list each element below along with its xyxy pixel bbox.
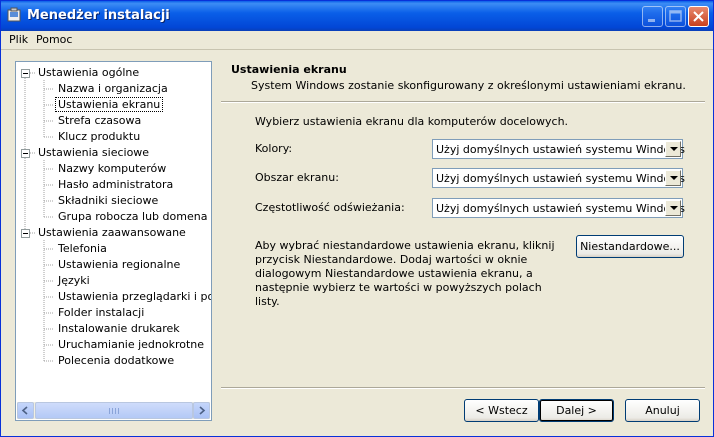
tree-item-label: Polecenia dodatkowe bbox=[58, 354, 175, 367]
tree-item-label: Grupa robocza lub domena bbox=[58, 210, 208, 223]
tree-item-label: Ustawienia sieciowe bbox=[38, 146, 150, 159]
tree-item-label: Strefa czasowa bbox=[58, 114, 142, 127]
tree-group[interactable]: Ustawienia sieciowe bbox=[36, 146, 151, 160]
scroll-thumb[interactable] bbox=[35, 402, 193, 419]
minimize-button[interactable] bbox=[642, 6, 663, 27]
close-icon bbox=[693, 11, 704, 22]
colors-label: Kolory: bbox=[255, 142, 293, 155]
chevron-down-icon[interactable] bbox=[665, 141, 681, 157]
tree-item[interactable]: Nazwa i organizacja bbox=[56, 82, 170, 96]
menu-bar: Plik Pomoc bbox=[1, 31, 713, 50]
window-title: Menedżer instalacji bbox=[27, 8, 170, 23]
screen-area-value: Użyj domyślnych ustawień systemu Windows bbox=[436, 172, 685, 185]
refresh-rate-dropdown[interactable]: Użyj domyślnych ustawień systemu Windows bbox=[432, 198, 685, 218]
back-button[interactable]: < Wstecz bbox=[464, 399, 539, 422]
refresh-rate-label: Częstotliwość odświeżania: bbox=[255, 201, 405, 214]
chevron-down-icon[interactable] bbox=[665, 200, 681, 216]
tree-item[interactable]: Nazwy komputerów bbox=[56, 162, 168, 176]
tree-item[interactable]: Grupa robocza lub domena bbox=[56, 210, 209, 224]
tree-item[interactable]: Ustawienia regionalne bbox=[56, 258, 182, 272]
tree-group[interactable]: Ustawienia ogólne bbox=[36, 66, 141, 80]
maximize-button[interactable] bbox=[665, 6, 686, 27]
cancel-button[interactable]: Anuluj bbox=[625, 399, 700, 422]
close-button[interactable] bbox=[688, 6, 709, 27]
tree-item-label: Klucz produktu bbox=[58, 130, 141, 143]
custom-button[interactable]: Niestandardowe... bbox=[576, 235, 684, 258]
tree-item[interactable]: Folder instalacji bbox=[56, 306, 146, 320]
minimize-icon bbox=[648, 19, 655, 22]
screen-area-label: Obszar ekranu: bbox=[255, 171, 339, 184]
tree-item-label: Ustawienia ekranu bbox=[54, 97, 164, 112]
scroll-left-button[interactable] bbox=[17, 402, 34, 419]
tree-item[interactable]: Składniki sieciowe bbox=[56, 194, 160, 208]
tree-item-label: Telefonia bbox=[58, 242, 107, 255]
tree-item-label: Folder instalacji bbox=[58, 306, 145, 319]
tree-item-label: Ustawienia ogólne bbox=[38, 66, 140, 79]
colors-value: Użyj domyślnych ustawień systemu Windows bbox=[436, 143, 685, 156]
tree-group[interactable]: Ustawienia zaawansowane bbox=[36, 226, 188, 240]
tree-item-label: Ustawienia zaawansowane bbox=[38, 226, 186, 239]
panel-description: System Windows zostanie skonfigurowany z… bbox=[251, 79, 686, 92]
next-button[interactable]: Dalej > bbox=[539, 399, 614, 422]
tree-item[interactable]: Języki bbox=[56, 274, 92, 288]
app-icon bbox=[7, 7, 21, 22]
collapse-icon[interactable] bbox=[21, 149, 30, 158]
tree-item[interactable]: Uruchamianie jednokrotne bbox=[56, 338, 206, 352]
tree-item-label: Ustawienia regionalne bbox=[58, 258, 181, 271]
tree-item-label: Ustawienia przeglądarki i powłoki bbox=[58, 290, 211, 303]
collapse-icon[interactable] bbox=[21, 69, 30, 78]
screen-area-dropdown[interactable]: Użyj domyślnych ustawień systemu Windows bbox=[432, 168, 685, 188]
colors-dropdown[interactable]: Użyj domyślnych ustawień systemu Windows bbox=[432, 139, 685, 159]
tree-item[interactable]: Telefonia bbox=[56, 242, 109, 256]
tree-item[interactable]: Hasło administratora bbox=[56, 178, 175, 192]
horizontal-scrollbar[interactable] bbox=[17, 402, 210, 419]
tree-item[interactable]: Ustawienia przeglądarki i powłoki bbox=[56, 290, 211, 304]
tree-item-label: Hasło administratora bbox=[58, 178, 174, 191]
scroll-grip bbox=[109, 408, 121, 414]
tree-item[interactable]: Ustawienia ekranu bbox=[54, 97, 164, 112]
tree-item[interactable]: Polecenia dodatkowe bbox=[56, 354, 176, 368]
collapse-icon[interactable] bbox=[21, 229, 30, 238]
intro-text: Wybierz ustawienia ekranu dla komputerów… bbox=[255, 115, 569, 128]
tree-item-label: Składniki sieciowe bbox=[58, 194, 159, 207]
footer-divider bbox=[221, 387, 705, 389]
tree-item[interactable]: Klucz produktu bbox=[56, 130, 142, 144]
tree-item[interactable]: Instalowanie drukarek bbox=[56, 322, 182, 336]
refresh-rate-value: Użyj domyślnych ustawień systemu Windows bbox=[436, 202, 685, 215]
tree-item-label: Języki bbox=[58, 274, 90, 287]
panel-title: Ustawienia ekranu bbox=[231, 63, 347, 76]
maximize-icon bbox=[669, 10, 682, 22]
scroll-right-button[interactable] bbox=[193, 402, 210, 419]
tree-item-label: Nazwy komputerów bbox=[58, 162, 167, 175]
tree-item-label: Nazwa i organizacja bbox=[58, 82, 168, 95]
custom-settings-text: Aby wybrać niestandardowe ustawienia ekr… bbox=[255, 239, 555, 308]
navigation-tree[interactable]: Ustawienia ogólne Nazwa i organizacja Usta… bbox=[15, 61, 212, 421]
chevron-down-icon[interactable] bbox=[665, 170, 681, 186]
tree-item[interactable]: Strefa czasowa bbox=[56, 114, 143, 128]
chevron-left-icon bbox=[21, 406, 28, 415]
setup-manager-window: Menedżer instalacji Plik Pomoc Ustawieni… bbox=[0, 0, 714, 437]
tree-item-label: Instalowanie drukarek bbox=[58, 322, 180, 335]
header-divider bbox=[221, 101, 705, 103]
title-bar[interactable]: Menedżer instalacji bbox=[1, 1, 713, 31]
menu-file[interactable]: Plik bbox=[9, 33, 28, 46]
tree-item-label: Uruchamianie jednokrotne bbox=[58, 338, 205, 351]
chevron-right-icon bbox=[199, 406, 206, 415]
menu-help[interactable]: Pomoc bbox=[36, 33, 72, 46]
